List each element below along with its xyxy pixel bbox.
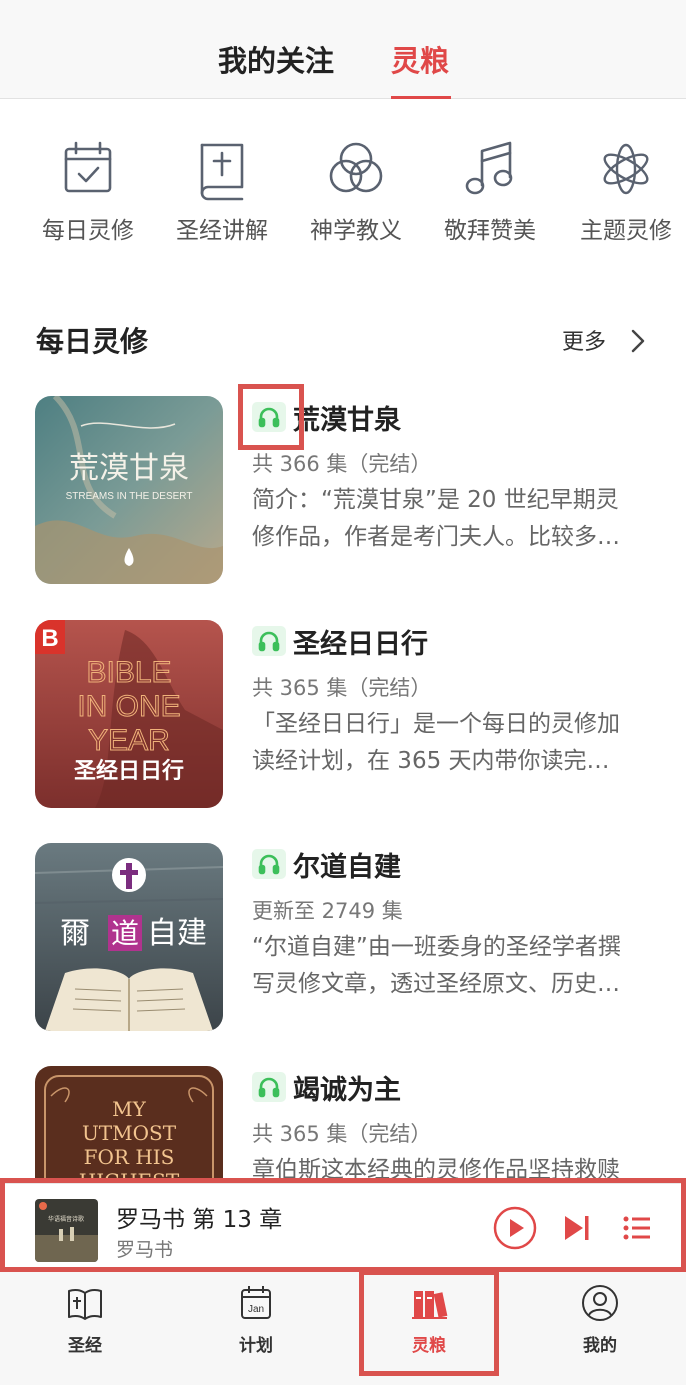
headphone-badge bbox=[252, 1072, 286, 1102]
cover-image: MY UTMOST FOR HIS HIGHEST bbox=[35, 1066, 223, 1183]
headphone-badge bbox=[252, 626, 286, 656]
item-title: 竭诚为主 bbox=[293, 1075, 401, 1106]
svg-text:道: 道 bbox=[111, 917, 139, 950]
category-label: 主题灵修 bbox=[580, 218, 672, 244]
item-description: 「圣经日日行」是一个每日的灵修加 读经计划，在 365 天内带你读完… bbox=[252, 711, 620, 774]
nav-plan[interactable]: Jan 计划 bbox=[171, 1283, 341, 1356]
headphone-icon bbox=[258, 631, 280, 652]
category-theology[interactable]: 神学教义 bbox=[289, 137, 423, 245]
category-worship[interactable]: 敬拜赞美 bbox=[423, 137, 557, 245]
headphone-icon bbox=[258, 407, 280, 428]
top-tab-bar: 我的关注 灵粮 bbox=[0, 0, 686, 99]
item-title: 尔道自建 bbox=[293, 852, 401, 883]
list-item[interactable]: MY UTMOST FOR HIS HIGHEST 竭诚为主 共 365 集（完… bbox=[0, 1066, 686, 1183]
item-description: 简介：“荒漠甘泉”是 20 世纪早期灵 修作品，作者是考门夫人。比较多… bbox=[252, 487, 620, 550]
item-title: 圣经日日行 bbox=[293, 629, 428, 660]
tab-my-follow[interactable]: 我的关注 bbox=[218, 42, 334, 80]
bible-icon bbox=[68, 1288, 102, 1320]
nav-label: 我的 bbox=[583, 1336, 617, 1356]
category-label: 神学教义 bbox=[310, 218, 402, 244]
item-description: “尔道自建”由一班委身的圣经学者撰 写灵修文章，透过圣经原文、历史… bbox=[252, 934, 621, 997]
nav-manna[interactable]: 灵粮 bbox=[344, 1283, 514, 1356]
category-bible-exposition[interactable]: 圣经讲解 bbox=[155, 137, 289, 245]
profile-icon bbox=[582, 1285, 618, 1321]
svg-text:Jan: Jan bbox=[248, 1304, 264, 1315]
tab-manna[interactable]: 灵粮 bbox=[391, 42, 449, 80]
svg-text:BIBLE: BIBLE bbox=[86, 656, 171, 689]
svg-text:圣经日日行: 圣经日日行 bbox=[74, 758, 184, 783]
playlist-icon[interactable] bbox=[622, 1214, 652, 1242]
list-item[interactable]: 爾 道 自建 尔道自建 更新至 2749 集 “尔道自建”由一班委身的圣经学者撰… bbox=[0, 843, 686, 1043]
music-note-icon bbox=[458, 137, 522, 201]
nav-label: 圣经 bbox=[68, 1336, 102, 1356]
headphone-icon bbox=[258, 1077, 280, 1098]
cover-image: B BIBLE IN ONE YEAR 圣经日日行 bbox=[35, 620, 223, 808]
player-subtitle: 罗马书 bbox=[116, 1239, 174, 1261]
headphone-badge bbox=[252, 402, 286, 432]
nav-label: 计划 bbox=[239, 1336, 273, 1356]
list-item[interactable]: 荒漠甘泉 STREAMS IN THE DESERT 荒漠甘泉 共 366 集（… bbox=[0, 396, 686, 596]
headphone-badge bbox=[252, 849, 286, 879]
mini-player[interactable]: 华语福音诗歌 罗马书 第 13 章 罗马书 bbox=[0, 1183, 686, 1269]
player-thumbnail: 华语福音诗歌 bbox=[35, 1199, 98, 1262]
section-title: 每日灵修 bbox=[36, 325, 149, 358]
chevron-right-icon[interactable] bbox=[626, 327, 650, 355]
books-icon bbox=[412, 1291, 448, 1319]
play-icon[interactable] bbox=[493, 1206, 537, 1250]
skip-next-icon[interactable] bbox=[562, 1213, 592, 1243]
calendar-check-icon bbox=[56, 137, 120, 201]
nav-label: 灵粮 bbox=[412, 1336, 446, 1356]
calendar-jan-icon: Jan bbox=[241, 1286, 271, 1319]
category-label: 圣经讲解 bbox=[176, 218, 268, 244]
flower-icon bbox=[594, 137, 658, 201]
active-tab-indicator bbox=[391, 96, 451, 99]
category-label: 每日灵修 bbox=[42, 218, 134, 244]
category-topical-devotion[interactable]: 主题灵修 bbox=[559, 137, 686, 245]
nav-me[interactable]: 我的 bbox=[515, 1283, 685, 1356]
player-title: 罗马书 第 13 章 bbox=[116, 1207, 283, 1233]
svg-text:IN ONE: IN ONE bbox=[77, 690, 180, 723]
svg-text:HIGHEST: HIGHEST bbox=[79, 1169, 180, 1183]
svg-text:B: B bbox=[41, 625, 58, 652]
category-label: 敬拜赞美 bbox=[444, 218, 536, 244]
bible-cross-icon bbox=[190, 137, 254, 201]
cover-image: 爾 道 自建 bbox=[35, 843, 223, 1031]
svg-text:FOR HIS: FOR HIS bbox=[84, 1145, 175, 1169]
three-circles-icon bbox=[324, 137, 388, 201]
item-episode-count: 更新至 2749 集 bbox=[252, 899, 403, 923]
item-title: 荒漠甘泉 bbox=[293, 405, 401, 436]
svg-text:UTMOST: UTMOST bbox=[82, 1121, 177, 1145]
item-episode-count: 共 365 集（完结） bbox=[252, 1122, 432, 1146]
list-item[interactable]: B BIBLE IN ONE YEAR 圣经日日行 圣经日日行 共 365 集（… bbox=[0, 620, 686, 820]
cover-subtitle-text: STREAMS IN THE DESERT bbox=[66, 491, 193, 502]
item-description: 章伯斯这本经典的灵修作品坚持救赎 bbox=[252, 1157, 620, 1183]
bottom-nav: 圣经 Jan 计划 灵粮 我的 bbox=[0, 1270, 686, 1385]
item-episode-count: 共 366 集（完结） bbox=[252, 452, 432, 476]
category-daily-devotion[interactable]: 每日灵修 bbox=[21, 137, 155, 245]
cover-title-text: 荒漠甘泉 bbox=[69, 451, 189, 486]
svg-text:华语福音诗歌: 华语福音诗歌 bbox=[48, 1215, 84, 1223]
more-link[interactable]: 更多 bbox=[562, 324, 606, 356]
svg-text:自建: 自建 bbox=[147, 916, 207, 951]
svg-text:爾: 爾 bbox=[60, 916, 90, 951]
cover-image: 荒漠甘泉 STREAMS IN THE DESERT bbox=[35, 396, 223, 584]
svg-text:MY: MY bbox=[112, 1097, 146, 1121]
svg-text:YEAR: YEAR bbox=[88, 724, 170, 757]
nav-bible[interactable]: 圣经 bbox=[0, 1283, 170, 1356]
item-episode-count: 共 365 集（完结） bbox=[252, 676, 432, 700]
headphone-icon bbox=[258, 854, 280, 875]
